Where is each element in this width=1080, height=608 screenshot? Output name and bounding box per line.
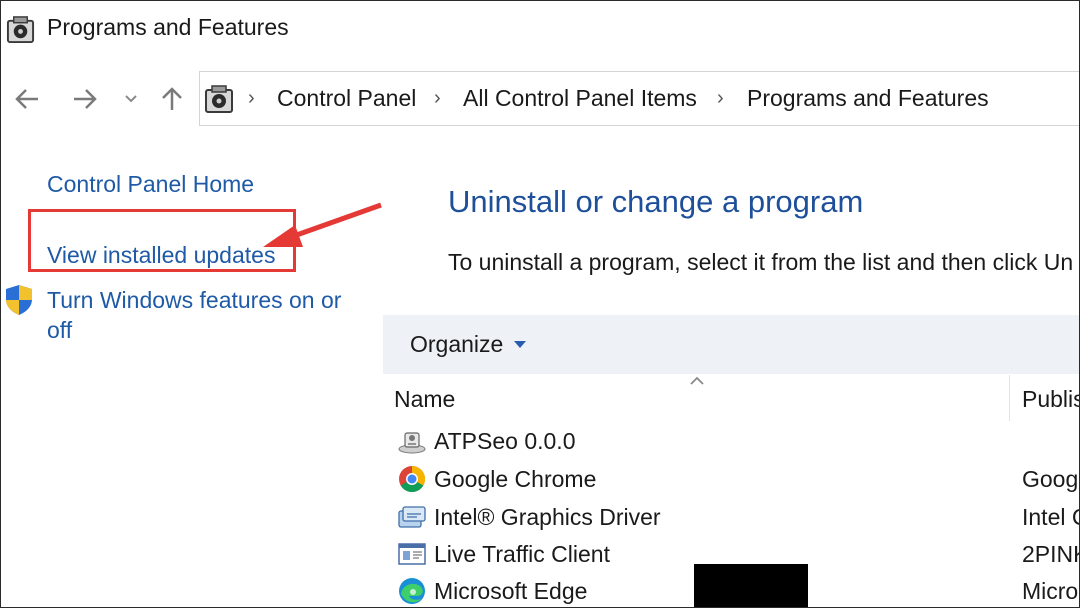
forward-arrow-icon bbox=[74, 89, 97, 109]
chevron-right-icon: › bbox=[248, 87, 255, 109]
chrome-icon bbox=[399, 465, 426, 493]
redaction-block bbox=[694, 564, 808, 607]
program-row[interactable]: ATPSeo 0.0.0 bbox=[383, 422, 1079, 460]
window: Programs and Features › Control Panel › … bbox=[0, 0, 1080, 608]
program-name: ATPSeo 0.0.0 bbox=[434, 428, 576, 454]
page-description: To uninstall a program, select it from t… bbox=[448, 249, 1074, 275]
column-divider[interactable] bbox=[1009, 375, 1010, 421]
uac-shield-icon bbox=[6, 285, 32, 315]
organize-button[interactable]: Organize bbox=[410, 331, 527, 358]
program-publisher: Micro bbox=[1022, 578, 1079, 604]
chevron-right-icon: › bbox=[717, 87, 724, 109]
recent-locations-button[interactable] bbox=[119, 71, 143, 127]
program-name: Intel® Graphics Driver bbox=[434, 504, 661, 530]
up-arrow-icon bbox=[162, 87, 182, 110]
breadcrumb-control-panel[interactable]: Control Panel bbox=[277, 85, 416, 112]
program-publisher: Goog bbox=[1022, 466, 1079, 492]
program-row[interactable]: Google Chrome Goog bbox=[383, 460, 1079, 498]
intel-graphics-icon bbox=[398, 506, 426, 528]
edge-icon bbox=[399, 578, 425, 604]
window-title: Programs and Features bbox=[47, 14, 289, 40]
annotation-arrow-icon bbox=[263, 202, 382, 247]
windows-features-link-continued[interactable]: off bbox=[47, 317, 72, 344]
installer-icon bbox=[398, 432, 426, 454]
forward-button[interactable] bbox=[67, 71, 103, 127]
breadcrumb-all-items[interactable]: All Control Panel Items bbox=[463, 85, 697, 112]
title-bar: Programs and Features bbox=[1, 1, 1079, 57]
breadcrumb-programs-features[interactable]: Programs and Features bbox=[747, 85, 989, 112]
back-arrow-icon bbox=[15, 89, 38, 109]
column-header-name[interactable]: Name bbox=[394, 386, 455, 413]
window-app-icon bbox=[398, 543, 426, 565]
program-publisher: 2PINK bbox=[1022, 541, 1079, 567]
column-header-publisher[interactable]: Publis bbox=[1022, 386, 1079, 413]
address-bar[interactable]: › Control Panel › All Control Panel Item… bbox=[199, 71, 1079, 126]
column-header-row: Name Publis bbox=[383, 375, 1079, 421]
program-row[interactable]: Intel® Graphics Driver Intel C bbox=[383, 498, 1079, 536]
dropdown-caret-icon bbox=[514, 341, 527, 348]
toolbar: Organize bbox=[383, 315, 1079, 374]
page-title: Uninstall or change a program bbox=[448, 184, 864, 219]
sort-ascending-icon bbox=[690, 376, 704, 385]
organize-label: Organize bbox=[410, 331, 504, 357]
control-panel-home-link[interactable]: Control Panel Home bbox=[47, 171, 254, 198]
program-name: Microsoft Edge bbox=[434, 578, 588, 604]
chevron-right-icon: › bbox=[434, 87, 441, 109]
windows-features-link[interactable]: Turn Windows features on or bbox=[47, 287, 341, 314]
program-publisher: Intel C bbox=[1022, 504, 1079, 530]
back-button[interactable] bbox=[9, 71, 45, 127]
programs-and-features-icon bbox=[6, 16, 35, 44]
program-name: Google Chrome bbox=[434, 466, 597, 492]
up-button[interactable] bbox=[155, 71, 189, 127]
program-name: Live Traffic Client bbox=[434, 541, 610, 567]
programs-and-features-icon bbox=[205, 85, 233, 113]
chevron-down-icon bbox=[125, 95, 137, 103]
